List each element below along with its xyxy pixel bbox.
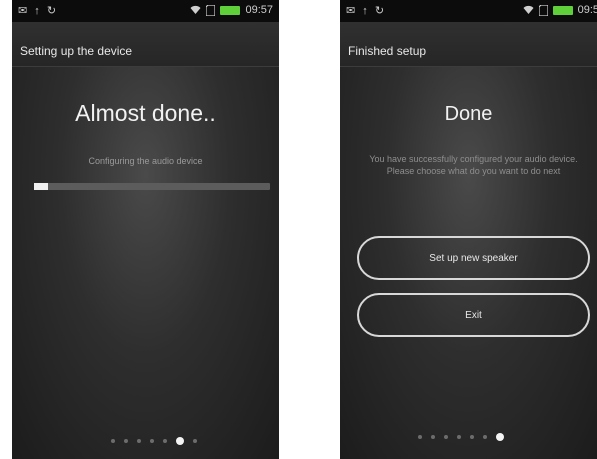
page-indicator: [12, 437, 279, 445]
status-bar: ✉ ↑ ↻ 09:57: [12, 0, 279, 22]
page-dot: [149, 439, 154, 443]
clock: 09:5: [577, 4, 597, 16]
page-dot: [110, 439, 115, 443]
clock: 09:57: [245, 4, 273, 16]
sd-card-icon: [206, 4, 216, 16]
page-dot: [469, 435, 474, 439]
progress-bar: [34, 183, 270, 190]
page-dot: [162, 439, 167, 443]
screen-title: Finished setup: [348, 44, 427, 58]
page-indicator: [340, 433, 597, 441]
page-dot: [123, 439, 128, 443]
notification-icons: ✉ ↑ ↻: [18, 5, 59, 17]
page-dot: [136, 439, 141, 443]
page-heading: Almost done..: [75, 100, 216, 126]
battery-icon: [220, 5, 241, 15]
page-dot-active: [175, 437, 184, 445]
page-dot: [443, 435, 448, 439]
progress-fill: [34, 183, 49, 190]
page-dot-active: [495, 433, 504, 441]
setup-new-speaker-button[interactable]: Set up new speaker: [357, 236, 590, 280]
status-bar: ✉ ↑ ↻ 09:5: [340, 0, 597, 22]
sd-card-icon: [538, 4, 548, 16]
page-dot: [430, 435, 435, 439]
status-text: Configuring the audio device: [88, 156, 203, 166]
screen-title: Setting up the device: [20, 44, 133, 58]
completion-message: You have successfully configured your au…: [369, 154, 578, 176]
setup-finished-screen: ✉ ↑ ↻ 09:5 Finished setup Done You have …: [340, 0, 597, 459]
page-dot: [417, 435, 422, 439]
page-dot: [456, 435, 461, 439]
exit-button[interactable]: Exit: [357, 293, 590, 337]
page-dot: [482, 435, 487, 439]
wifi-icon: [190, 5, 201, 14]
notification-icons: ✉ ↑ ↻: [346, 5, 387, 17]
page-dot: [192, 439, 197, 443]
page-heading: Done: [444, 103, 493, 125]
setup-progress-screen: ✉ ↑ ↻ 09:57 Setting up the device Almost…: [12, 0, 279, 459]
title-bar: Setting up the device: [12, 22, 279, 67]
battery-icon: [552, 5, 573, 15]
wifi-icon: [523, 5, 534, 14]
title-bar: Finished setup: [340, 22, 597, 67]
